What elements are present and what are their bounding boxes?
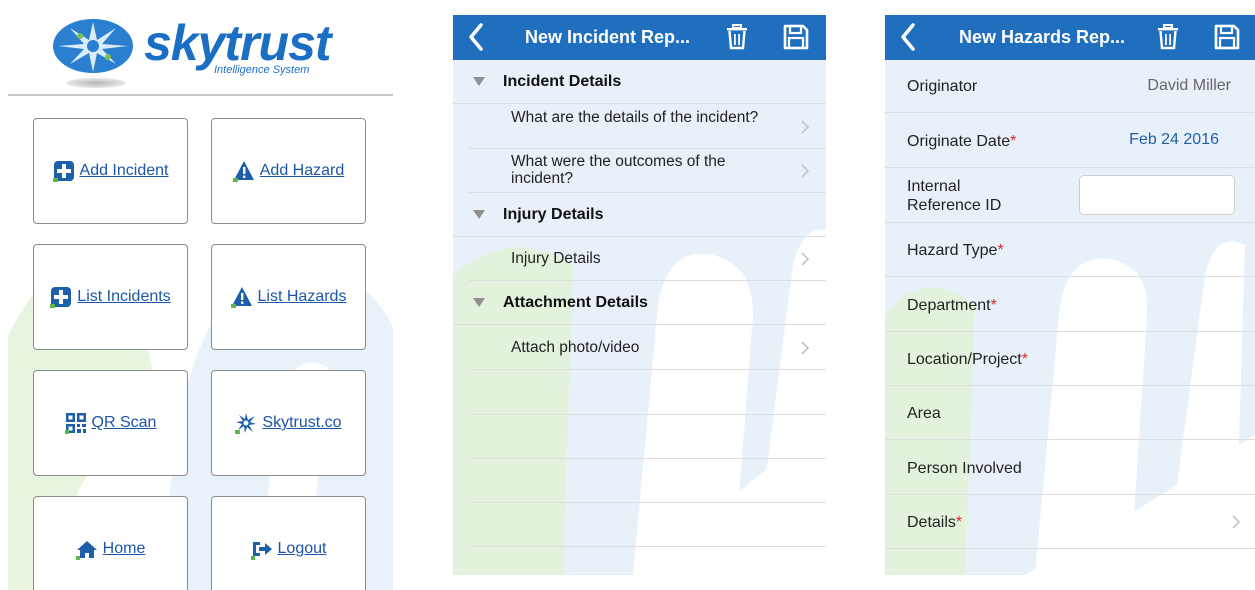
logout-icon [250,542,272,560]
required-marker: * [997,242,1004,259]
list-incidents-icon [50,287,72,308]
chevron-right-icon [1232,515,1241,529]
skytrust-website-tile[interactable]: Skytrust.co [211,370,366,476]
skytrust-logo: skytrust Intelligence System [44,12,364,92]
originator-row: Originator David Miller [885,60,1255,113]
logout-label: Logout [277,540,327,557]
qr-code-icon [64,413,86,434]
originate-date-value[interactable]: Feb 24 2016 [1129,131,1219,149]
chevron-right-icon [801,252,810,266]
save-icon[interactable] [1214,24,1240,50]
location-project-label: Location/Project* [907,351,1028,368]
internal-reference-label: Internal Reference ID [907,178,1002,214]
add-hazard-tile[interactable]: Add Hazard [211,118,366,224]
area-label: Area [907,405,941,422]
back-icon[interactable] [897,21,921,53]
section-label: Attachment Details [503,293,648,311]
menu-screen: skytrust Intelligence System Add Inciden… [8,0,393,590]
row-label: Injury Details [511,250,601,267]
section-label: Incident Details [503,72,622,90]
incident-report-screen: New Incident Rep... Incident Details Wha… [453,15,826,575]
add-incident-icon [52,161,74,182]
back-icon[interactable] [465,21,489,53]
area-row[interactable]: Area [885,386,1255,440]
row-label: Attach photo/video [511,339,640,356]
location-project-row[interactable]: Location/Project* [885,332,1255,386]
chevron-right-icon [801,164,810,178]
originate-date-row[interactable]: Originate Date* Feb 24 2016 [885,113,1255,168]
injury-details-row[interactable]: Injury Details [469,237,826,281]
empty-row-divider [469,502,826,503]
logout-tile[interactable]: Logout [211,496,366,590]
required-marker: * [1010,133,1017,150]
required-marker: * [1021,351,1028,368]
skytrust-star-icon [53,19,133,73]
internal-reference-input[interactable] [1079,175,1235,215]
incident-details-row[interactable]: What are the details of the incident? [469,104,826,149]
hazard-type-row[interactable]: Hazard Type* [885,223,1255,277]
empty-row-divider [469,546,826,547]
list-hazards-tile[interactable]: List Hazards [211,244,366,350]
chevron-right-icon [801,341,810,355]
qr-scan-label: QR Scan [91,414,157,431]
home-label: Home [102,540,146,557]
chevron-right-icon [801,120,810,134]
logo-header: skytrust Intelligence System [8,0,393,96]
add-hazard-icon [232,161,254,182]
hazard-navbar: New Hazards Rep... [885,15,1255,60]
qr-scan-tile[interactable]: QR Scan [33,370,188,476]
details-label: Details* [907,514,963,531]
hazard-title: New Hazards Rep... [959,27,1126,47]
skytrust-logo-icon [235,413,257,434]
save-icon[interactable] [783,24,809,50]
person-involved-label: Person Involved [907,460,1022,477]
collapse-triangle-icon [473,77,485,86]
empty-row-divider [469,414,826,415]
attachment-details-section-header[interactable]: Attachment Details [453,281,826,325]
details-row[interactable]: Details* [885,495,1255,549]
incident-outcomes-row[interactable]: What were the outcomes of the incident? [469,149,826,193]
skytrust-website-label: Skytrust.co [262,414,342,431]
hazard-type-label: Hazard Type* [907,242,1004,259]
list-incidents-label: List Incidents [77,288,171,305]
row-label: What were the outcomes of the incident? [511,153,726,187]
page: skytrust Intelligence System Add Inciden… [0,0,1255,590]
internal-reference-row: Internal Reference ID [885,168,1255,223]
add-incident-tile[interactable]: Add Incident [33,118,188,224]
section-label: Injury Details [503,205,604,223]
attach-media-row[interactable]: Attach photo/video [469,325,826,370]
required-marker: * [955,514,963,531]
trash-icon[interactable] [725,24,749,50]
logo-subtitle: Intelligence System [214,64,310,76]
home-tile[interactable]: Home [33,496,188,590]
list-incidents-tile[interactable]: List Incidents [33,244,188,350]
person-involved-row[interactable]: Person Involved [885,440,1255,495]
originator-value: David Miller [1147,77,1231,94]
collapse-triangle-icon [473,210,485,219]
incident-details-section-header[interactable]: Incident Details [453,60,826,104]
menu-grid: Add Incident Add Hazard List Incidents L… [8,98,393,590]
home-icon [75,541,97,560]
incident-title: New Incident Rep... [525,27,691,47]
hazard-report-screen: New Hazards Rep... Originator David Mill… [885,15,1255,575]
add-hazard-label: Add Hazard [259,162,345,179]
row-label: What are the details of the incident? [511,109,759,126]
injury-details-section-header[interactable]: Injury Details [453,193,826,237]
list-hazards-icon [230,287,252,308]
list-hazards-label: List Hazards [257,288,347,305]
department-label: Department* [907,297,997,314]
originator-label: Originator [907,78,978,95]
logo-shadow [66,78,126,88]
collapse-triangle-icon [473,298,485,307]
add-incident-label: Add Incident [79,162,169,179]
trash-icon[interactable] [1156,24,1180,50]
originate-date-label: Originate Date* [907,133,1017,150]
empty-row-divider [469,458,826,459]
department-row[interactable]: Department* [885,277,1255,332]
incident-navbar: New Incident Rep... [453,15,826,60]
required-marker: * [990,297,997,314]
